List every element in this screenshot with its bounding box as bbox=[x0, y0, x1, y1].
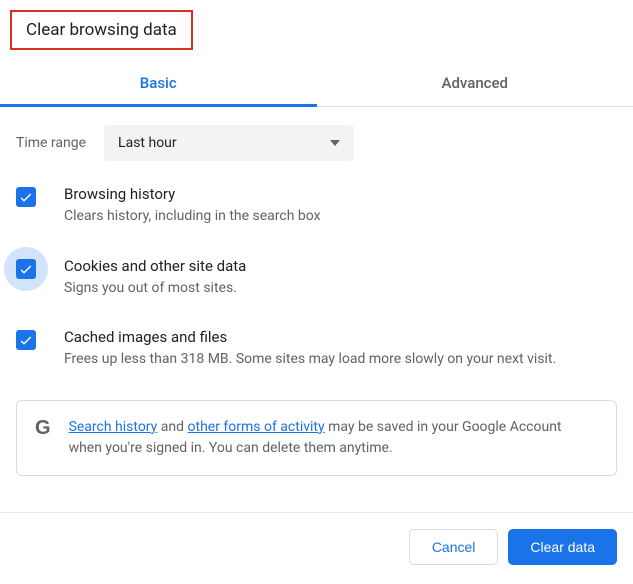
info-box: G Search history and other forms of acti… bbox=[16, 400, 617, 476]
checkbox-cache[interactable] bbox=[16, 330, 36, 350]
info-text-part: and bbox=[157, 419, 187, 435]
tab-advanced[interactable]: Advanced bbox=[317, 60, 633, 107]
check-icon bbox=[18, 189, 34, 205]
option-desc: Signs you out of most sites. bbox=[64, 279, 246, 299]
option-title: Cached images and files bbox=[64, 328, 556, 346]
checkbox-cookies[interactable] bbox=[16, 259, 36, 279]
time-range-label: Time range bbox=[16, 135, 86, 151]
option-title: Browsing history bbox=[64, 185, 321, 203]
info-text: Search history and other forms of activi… bbox=[69, 417, 598, 459]
dialog-title: Clear browsing data bbox=[10, 10, 193, 50]
check-icon bbox=[18, 332, 34, 348]
cancel-button[interactable]: Cancel bbox=[409, 529, 499, 565]
time-range-value: Last hour bbox=[118, 135, 177, 151]
option-cookies: Cookies and other site data Signs you ou… bbox=[16, 257, 617, 299]
google-icon: G bbox=[35, 417, 51, 440]
chevron-down-icon bbox=[330, 140, 340, 146]
option-cache: Cached images and files Frees up less th… bbox=[16, 328, 617, 370]
checkbox-browsing-history[interactable] bbox=[16, 187, 36, 207]
tab-basic[interactable]: Basic bbox=[0, 60, 317, 107]
option-browsing-history: Browsing history Clears history, includi… bbox=[16, 185, 617, 227]
other-activity-link[interactable]: other forms of activity bbox=[188, 419, 325, 435]
search-history-link[interactable]: Search history bbox=[69, 419, 158, 435]
option-desc: Clears history, including in the search … bbox=[64, 207, 321, 227]
dialog-footer: Cancel Clear data bbox=[0, 512, 633, 581]
tabs: Basic Advanced bbox=[0, 60, 633, 107]
check-icon bbox=[18, 261, 34, 277]
time-range-row: Time range Last hour bbox=[16, 125, 617, 161]
time-range-select[interactable]: Last hour bbox=[104, 125, 354, 161]
clear-data-button[interactable]: Clear data bbox=[508, 529, 617, 565]
option-title: Cookies and other site data bbox=[64, 257, 246, 275]
option-desc: Frees up less than 318 MB. Some sites ma… bbox=[64, 350, 556, 370]
content: Time range Last hour Browsing history Cl… bbox=[0, 107, 633, 476]
